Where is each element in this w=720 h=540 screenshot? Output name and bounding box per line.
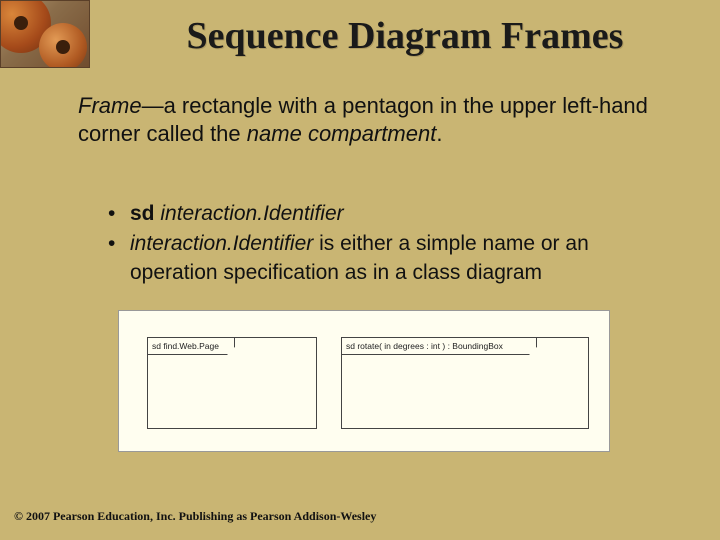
name-compartment-left: sd find.Web.Page [147,337,235,355]
frame-example-left: sd find.Web.Page [147,337,317,429]
term-interaction-identifier: interaction.Identifier [130,232,313,255]
thumbnail-image [0,0,90,68]
term-frame: Frame [78,93,142,118]
frame-definition: Frame—a rectangle with a pentagon in the… [78,92,660,147]
term-name: name [247,121,302,146]
bullet-item-2: interaction.Identifier is either a simpl… [108,230,670,287]
name-compartment-right: sd rotate( in degrees : int ) : Bounding… [341,337,537,355]
frame-example-right: sd rotate( in degrees : int ) : Bounding… [341,337,589,429]
gear-icon [39,23,87,68]
bullet-list: sd interaction.Identifier interaction.Id… [108,200,670,289]
slide-title: Sequence Diagram Frames [110,14,700,58]
copyright-text: © 2007 Pearson Education, Inc. Publishin… [14,509,376,524]
bullet-item-1: sd interaction.Identifier [108,200,670,228]
sequence-frame-figure: sd find.Web.Page sd rotate( in degrees :… [118,310,610,452]
definition-period: . [436,121,442,146]
keyword-sd: sd [130,202,155,225]
term-compartment: compartment [308,121,436,146]
term-interaction-identifier: interaction.Identifier [155,202,344,225]
